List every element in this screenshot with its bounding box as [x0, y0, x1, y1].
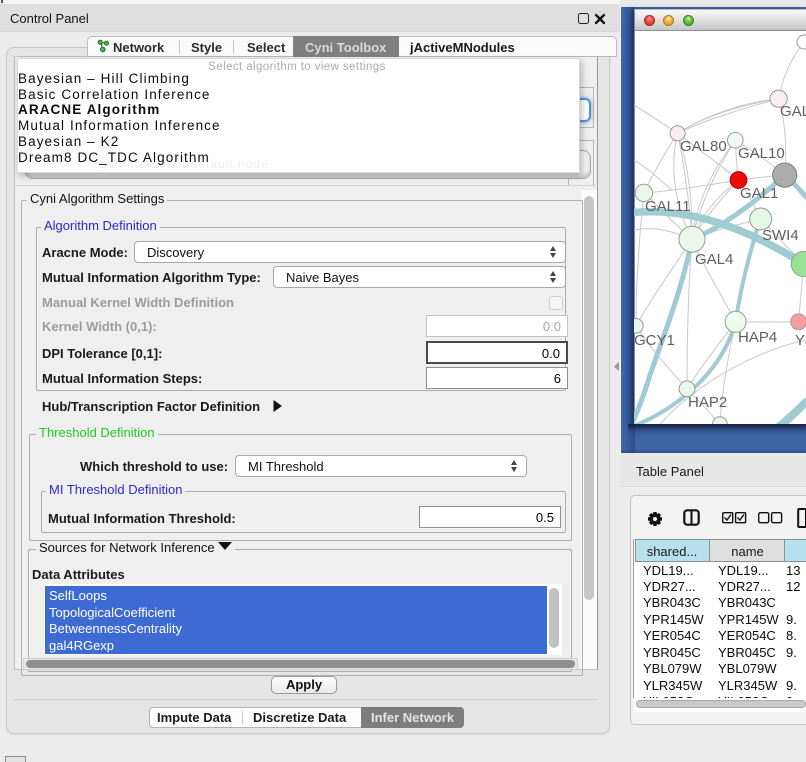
svg-text:SWI4: SWI4: [762, 227, 799, 244]
svg-text:GAL10: GAL10: [738, 145, 785, 162]
svg-text:GCY1: GCY1: [634, 332, 675, 349]
svg-text:GAL4: GAL4: [695, 251, 733, 268]
svg-text:HAP2: HAP2: [688, 394, 727, 411]
svg-text:GAL1: GAL1: [740, 185, 778, 202]
svg-text:GAL2: GAL2: [780, 103, 806, 120]
svg-text:GAL80: GAL80: [680, 138, 727, 155]
svg-text:YJ: YJ: [795, 332, 806, 349]
svg-text:GAL11: GAL11: [645, 198, 691, 215]
svg-text:HAP4: HAP4: [738, 329, 777, 346]
